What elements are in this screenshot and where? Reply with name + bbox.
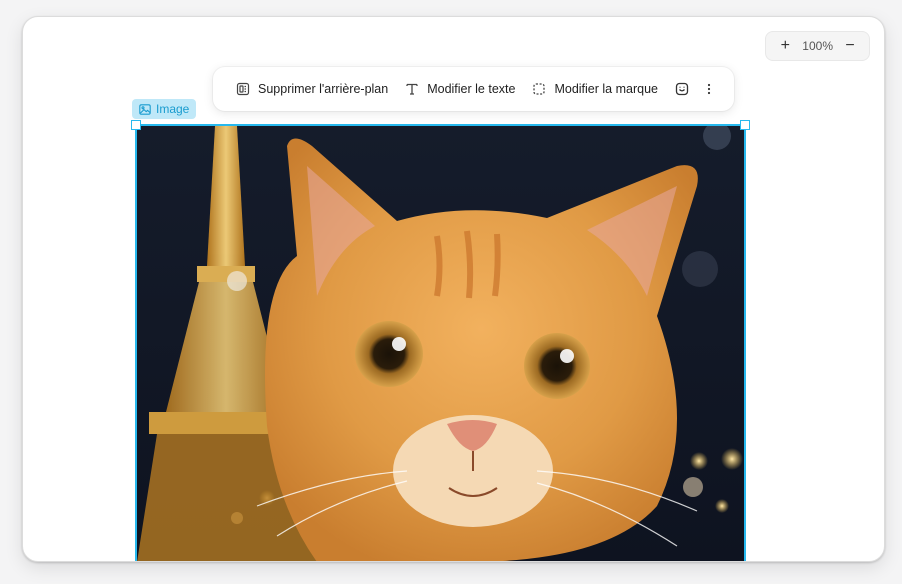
zoom-in-button[interactable]: + <box>776 37 794 55</box>
resize-handle-top-left[interactable] <box>131 120 141 130</box>
remove-background-icon <box>235 82 250 97</box>
floating-toolbar: Supprimer l'arrière-plan Modifier le tex… <box>213 67 734 111</box>
more-options-button[interactable] <box>698 67 720 111</box>
zoom-level: 100% <box>802 39 833 53</box>
remove-background-button[interactable]: Supprimer l'arrière-plan <box>227 67 396 111</box>
selection-type-badge: Image <box>132 99 197 119</box>
more-vertical-icon <box>701 82 716 97</box>
resize-handle-top-right[interactable] <box>740 120 750 130</box>
remove-background-label: Supprimer l'arrière-plan <box>258 82 389 96</box>
brand-dashed-square-icon <box>531 82 546 97</box>
plus-icon: + <box>780 37 790 54</box>
text-icon <box>404 82 419 97</box>
smiley-square-icon <box>674 82 689 97</box>
edit-text-label: Modifier le texte <box>427 82 516 96</box>
zoom-out-button[interactable]: − <box>841 37 859 55</box>
smiley-button[interactable] <box>666 67 698 111</box>
selected-image[interactable] <box>131 120 750 561</box>
edit-text-button[interactable]: Modifier le texte <box>396 67 523 111</box>
cat-eiffel-photo <box>137 126 744 561</box>
image-badge-label: Image <box>156 102 190 116</box>
edit-brand-label: Modifier la marque <box>554 82 658 96</box>
app-window: + 100% − Supprimer l'arrière-plan Modifi… <box>22 16 885 562</box>
edit-brand-button[interactable]: Modifier la marque <box>523 67 666 111</box>
image-icon <box>139 103 151 115</box>
zoom-control: + 100% − <box>765 31 870 61</box>
minus-icon: − <box>845 37 855 54</box>
